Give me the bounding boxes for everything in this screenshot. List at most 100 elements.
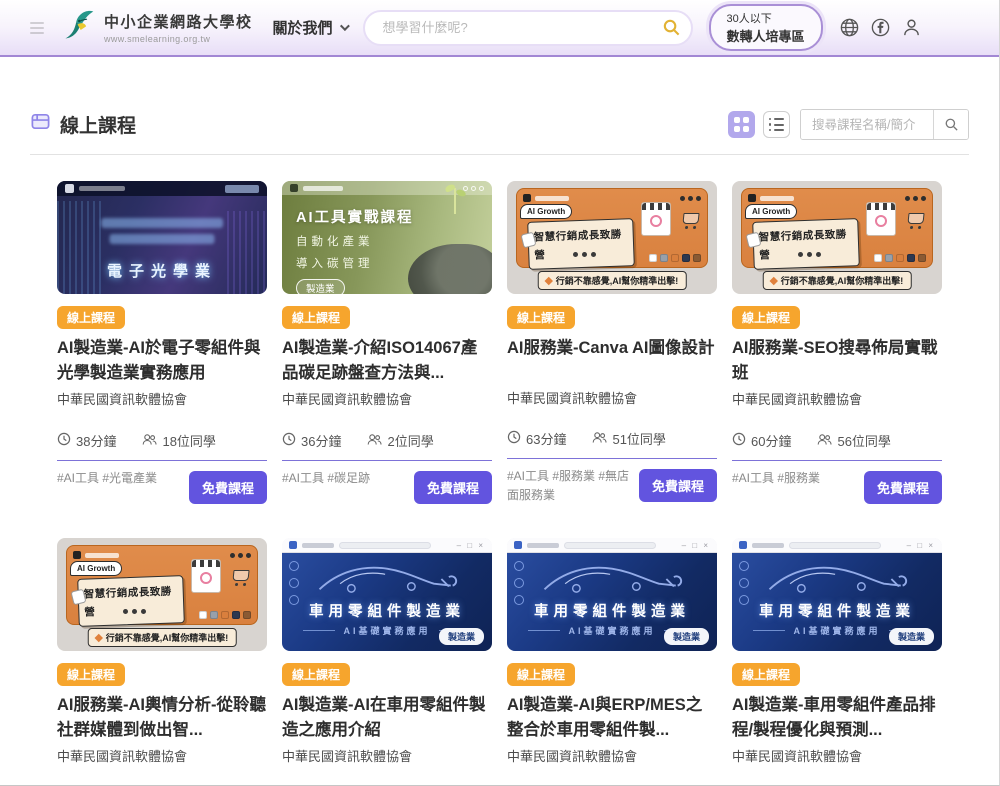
course-provider: 中華民國資訊軟體協會 [732,389,942,408]
course-thumbnail[interactable]: AI Growth 智慧行銷成長致勝營 行銷不靠感覺,AI幫你精準出擊! [732,181,942,294]
header-search [363,10,693,46]
students-icon [817,433,832,449]
thumb-browser-bar: – □ × [732,538,942,553]
thumb-caption: 車用零組件製造業 [732,600,942,621]
thumb-subcaption: AI基礎實務應用 [343,624,430,637]
header-search-input[interactable] [381,19,654,36]
course-thumbnail[interactable]: 電子光學業 [57,181,267,294]
cart-icon [682,213,699,224]
course-provider: 中華民國資訊軟體協會 [57,746,267,765]
course-students: 18位同學 [162,431,215,450]
thumb-browser-bar: – □ × [282,538,492,553]
course-type-badge: 線上課程 [282,663,350,686]
free-course-button[interactable]: 免費課程 [414,471,492,504]
user-icon[interactable] [901,17,922,38]
thumb-subcaption: 自動化產業 [296,233,414,249]
grid-view-toggle[interactable] [728,111,755,138]
grid-view-icon [734,117,749,132]
thumb-caption: 車用零組件製造業 [282,600,492,621]
globe-icon[interactable] [839,17,860,38]
course-search-button[interactable] [933,110,968,139]
course-thumbnail[interactable]: AI Growth 智慧行銷成長致勝營 行銷不靠感覺,AI幫你精準出擊! [57,538,267,651]
ai-growth-bubble: AI Growth [520,204,572,219]
card-divider [57,460,267,461]
course-card[interactable]: AI Growth 智慧行銷成長致勝營 行銷不靠感覺,AI幫你精準出擊! 線上課… [732,181,942,504]
course-title[interactable]: AI服務業-Canva AI圖像設計 [507,336,717,385]
courses-toolbar: 線上課程 [30,109,969,140]
course-card[interactable]: 電子光學業 線上課程 AI製造業-AI於電子零組件與光學製造業實務應用 中華民國… [57,181,267,504]
site-title: 中小企業網路大學校 [104,11,253,32]
course-card[interactable]: AI工具實戰課程 自動化產業 導入碳管理 製造業 線上課程 AI製造業-介紹IS… [282,181,492,504]
course-provider: 中華民國資訊軟體協會 [732,746,942,765]
thumb-subcaption: AI基礎實務應用 [568,624,655,637]
storefront-illustration [191,559,221,593]
nav-about-menu[interactable]: 關於我們 [273,17,347,38]
sprout-illustration [454,188,456,214]
course-meta: 60分鐘 56位同學 [732,409,942,450]
students-icon [367,433,382,449]
free-course-button[interactable]: 免費課程 [864,471,942,504]
course-title[interactable]: AI服務業-AI輿情分析-從聆聽社群媒體到做出智... [57,693,267,743]
course-card[interactable]: – □ × 車用零組件製造業 AI基礎實務應用 製造業 線上課程 AI [732,538,942,786]
search-icon[interactable] [662,18,681,37]
course-duration: 60分鐘 [751,431,791,450]
thumb-banner: 行銷不靠感覺,AI幫你精準出擊! [763,271,912,290]
thumb-banner: 行銷不靠感覺,AI幫你精準出擊! [538,271,687,290]
clock-icon [507,430,521,447]
course-title[interactable]: AI製造業-介紹ISO14067產品碳足跡盤查方法與... [282,336,492,386]
thumb-banner: 行銷不靠感覺,AI幫你精準出擊! [88,628,237,647]
facebook-icon[interactable] [870,17,891,38]
thumb-subcaption: 導入碳管理 [296,255,414,271]
course-students: 51位同學 [612,429,665,448]
menu-icon[interactable] [30,22,44,34]
course-duration: 36分鐘 [301,431,341,450]
course-type-badge: 線上課程 [732,663,800,686]
storefront-illustration [866,202,896,236]
course-thumbnail[interactable]: – □ × 車用零組件製造業 AI基礎實務應用 製造業 [732,538,942,651]
course-card[interactable]: AI Growth 智慧行銷成長致勝營 行銷不靠感覺,AI幫你精準出擊! 線上課… [57,538,267,786]
course-search-input[interactable] [801,110,933,139]
course-thumbnail[interactable]: AI Growth 智慧行銷成長致勝營 行銷不靠感覺,AI幫你精準出擊! [507,181,717,294]
robot-hand-illustration [408,244,492,294]
ai-growth-bubble: AI Growth [745,204,797,219]
car-lineart [537,559,687,599]
course-card[interactable]: – □ × 車用零組件製造業 AI基礎實務應用 製造業 線上課程 AI [282,538,492,786]
site-logo[interactable]: 中小企業網路大學校 www.smelearning.org.tw [60,7,253,48]
course-meta: 55分鐘 50位同學 [57,767,267,786]
course-title[interactable]: AI製造業-AI於電子零組件與光學製造業實務應用 [57,336,267,386]
promo-line1: 30人以下 [727,10,805,26]
course-card[interactable]: AI Growth 智慧行銷成長致勝營 行銷不靠感覺,AI幫你精準出擊! 線上課… [507,181,717,504]
course-title[interactable]: AI製造業-AI與ERP/MES之整合於車用零組件製... [507,693,717,743]
course-card[interactable]: – □ × 車用零組件製造業 AI基礎實務應用 製造業 線上課程 AI [507,538,717,786]
course-students: 2位同學 [387,431,433,450]
course-title[interactable]: AI製造業-車用零組件產品排程/製程優化與預測... [732,693,942,743]
course-provider: 中華民國資訊軟體協會 [507,388,717,407]
course-provider: 中華民國資訊軟體協會 [282,389,492,408]
thumb-titlebar [57,181,267,196]
nav-about-label: 關於我們 [273,17,333,38]
thumb-industry-badge: 製造業 [296,279,345,294]
course-provider: 中華民國資訊軟體協會 [57,389,267,408]
course-meta: 64分鐘 29位同學 [282,765,492,786]
thumb-window: AI Growth 智慧行銷成長致勝營 [66,545,258,625]
car-lineart [762,559,912,599]
header-icons [839,17,922,38]
thumb-caption: AI工具實戰課程 [296,206,414,227]
course-provider: 中華民國資訊軟體協會 [282,746,492,765]
course-tags: #AI工具 #服務業 #無店面服務業 [507,467,633,504]
list-view-toggle[interactable] [763,111,790,138]
thumb-caption: 電子光學業 [57,260,267,281]
course-title[interactable]: AI服務業-SEO搜尋佈局實戰班 [732,336,942,386]
digital-transform-zone-button[interactable]: 30人以下 數轉人培專區 [709,4,823,51]
course-tags: #AI工具 #光電產業 [57,469,183,488]
chevron-down-icon [339,21,349,31]
course-thumbnail[interactable]: – □ × 車用零組件製造業 AI基礎實務應用 製造業 [507,538,717,651]
free-course-button[interactable]: 免費課程 [639,469,717,502]
course-thumbnail[interactable]: AI工具實戰課程 自動化產業 導入碳管理 製造業 [282,181,492,294]
free-course-button[interactable]: 免費課程 [189,471,267,504]
course-title[interactable]: AI製造業-AI在車用零組件製造之應用介紹 [282,693,492,743]
course-meta: 67分鐘 20位同學 [732,767,942,786]
thumb-industry-badge: 製造業 [664,628,709,645]
course-type-badge: 線上課程 [282,306,350,329]
course-thumbnail[interactable]: – □ × 車用零組件製造業 AI基礎實務應用 製造業 [282,538,492,651]
